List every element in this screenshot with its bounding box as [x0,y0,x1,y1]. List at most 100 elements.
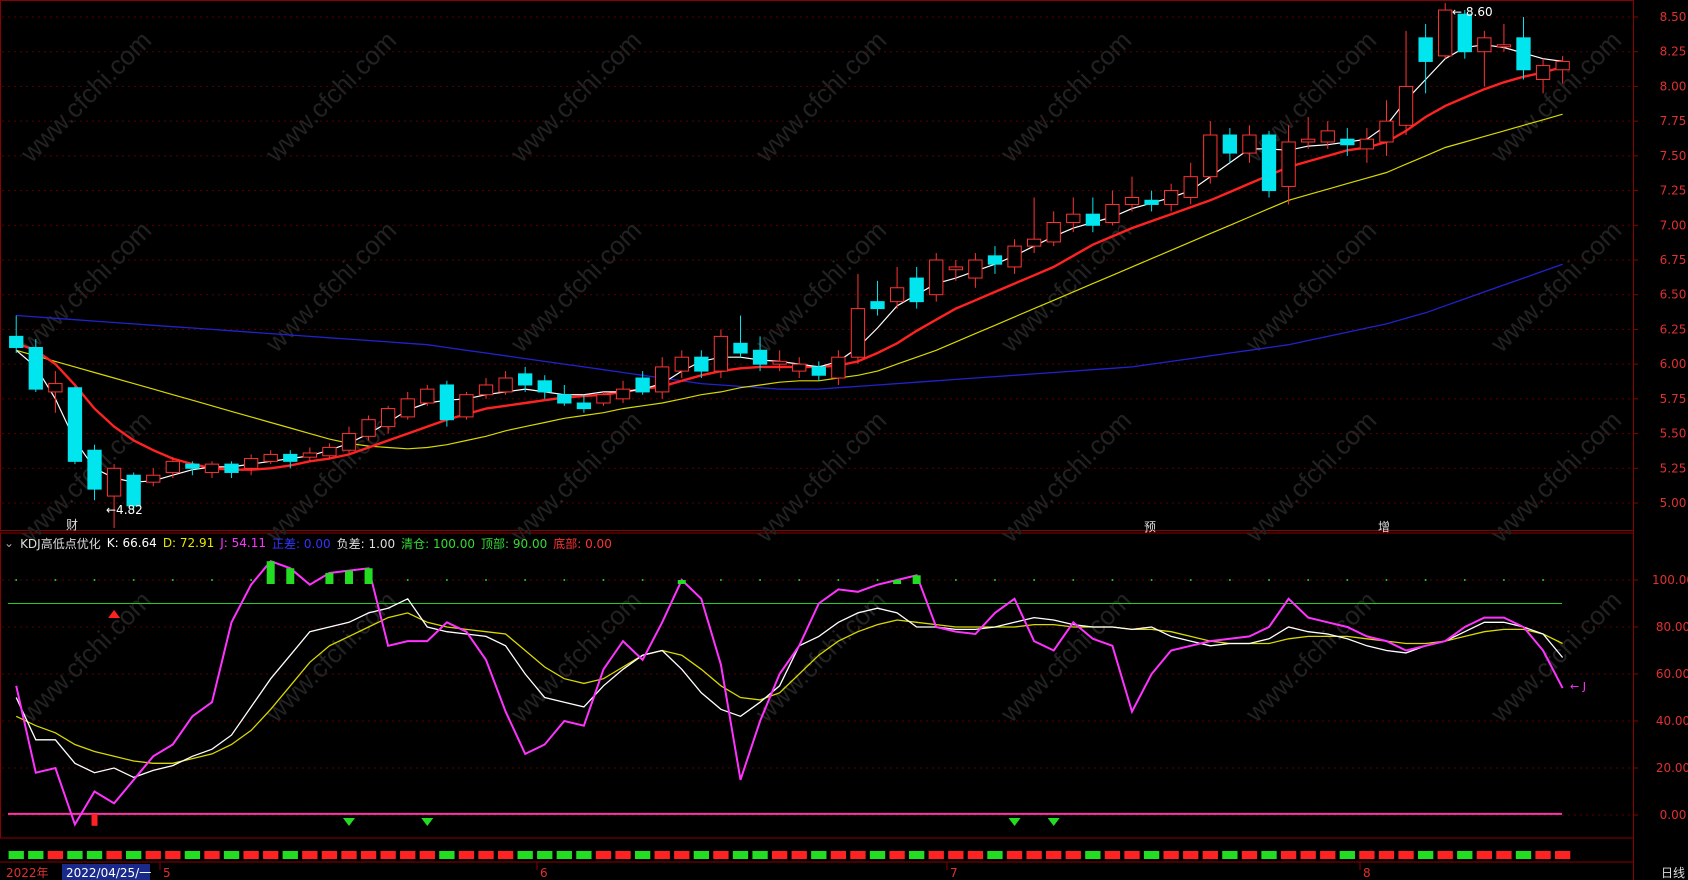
candle-up [204,463,220,473]
watermark: www.cfchi.com [749,25,892,168]
candle-down [694,356,709,372]
signal-strip-block [1183,851,1199,859]
candle-down [811,366,826,376]
signal-strip-block [1104,851,1121,859]
overbought-bar [325,572,334,584]
signal-strip-block [987,851,1003,859]
collapse-icon[interactable]: ⌄ [4,536,14,550]
dib-value: 底部: 0.00 [553,536,612,551]
top-dot [1228,579,1231,581]
candle-up [1496,44,1512,48]
candle-up [1438,9,1453,57]
signal-strip-block [1241,851,1258,859]
watermark: www.cfchi.com [1239,405,1382,548]
signal-strip-block [126,851,142,859]
db-value: 顶部: 90.00 [481,536,548,551]
candle-down [1261,134,1277,192]
qc-value: 清仓: 100.00 [401,536,476,551]
signal-strip-block [458,851,475,859]
top-dot [93,579,96,581]
signal-strip-block [928,851,944,859]
watermark: www.cfchi.com [994,405,1137,548]
candle-up [713,335,729,372]
signal-strip-block [165,851,181,859]
candle-up [165,460,180,473]
candle-up [1477,37,1492,53]
signal-strip-block [1124,851,1140,859]
top-dot [1542,579,1545,581]
price-tick-label: 6.50 [1660,288,1687,302]
candle-up [615,388,631,400]
top-dot [445,579,448,581]
indicator-name[interactable]: KDJ高低点优化 [20,535,101,552]
candle-up [1163,190,1179,205]
candle-down [870,301,885,310]
top-dot [876,579,879,581]
indicator-tick-label: 100.00 [1652,573,1688,587]
top-dot [485,579,488,581]
top-dot [1150,579,1153,581]
signal-strip-block [223,851,240,859]
signal-strip-block [1261,851,1277,859]
top-dot [1346,579,1349,581]
candle-up [596,394,611,404]
top-dot [1072,579,1075,581]
kline-chart[interactable]: 8.50 8.25 8.00 7.75 7.50 7.25 7.00 6.75 6.50 6.25… [0,0,1688,880]
top-dot [563,579,566,581]
candle-down [1340,138,1355,146]
price-tick-label: 6.25 [1660,322,1687,336]
candle-up [792,363,807,372]
time-month-label: 5 [163,866,171,880]
indicator-header: ⌄ KDJ高低点优化 K: 66.64 D: 72.91 J: 54.11 正差… [4,534,612,552]
watermark: www.cfchi.com [14,25,157,168]
top-dot [1268,579,1271,581]
candle-up [498,377,513,393]
time-month-label: 8 [1363,866,1371,880]
top-dot [1033,579,1036,581]
candle-up [772,360,787,365]
signal-strip-block [889,851,905,859]
watermark: www.cfchi.com [259,25,402,168]
candle-up [1359,138,1375,150]
candle-up [302,452,318,458]
time-month-label: 6 [540,866,548,880]
signal-strip-block [948,851,964,859]
candle-up [459,394,474,418]
candle-up [48,383,63,393]
watermark: www.cfchi.com [504,215,647,358]
price-tick-label: 8.00 [1660,79,1687,93]
top-dot [250,579,253,581]
overbought-bar [266,561,275,584]
signal-strip-block [360,851,377,859]
top-dot [406,579,409,581]
candle-down [1457,13,1472,53]
candle-up [929,259,944,296]
candle-down [283,453,298,462]
top-dot [1463,579,1466,581]
overbought-bar [344,570,353,584]
signal-strip-block [693,851,710,859]
candle-up [968,259,983,279]
signal-strip-block [1222,851,1238,859]
signal-strip-block [106,851,122,859]
overbought-bar [286,568,295,584]
signal-strip-block [713,851,729,859]
candle-down [752,349,768,365]
low-annotation: ←4.82 [106,503,143,517]
indicator-tick-label: 0.00 [1660,808,1687,822]
indicator-tick-label: 80.00 [1656,620,1688,634]
candle-up [1320,130,1335,143]
top-dot [1385,579,1388,581]
overbought-bar [677,580,686,584]
candle-up [146,474,161,483]
signal-strip-block [850,851,866,859]
signal-strip-block [1496,851,1512,859]
candle-down [557,394,572,404]
signal-strip-block [1535,851,1551,859]
signal-strip-block [1143,851,1160,859]
candle-up [400,398,415,418]
top-dot [993,579,996,581]
watermark: www.cfchi.com [504,25,647,168]
watermark: www.cfchi.com [259,215,402,358]
candle-down [224,463,239,473]
